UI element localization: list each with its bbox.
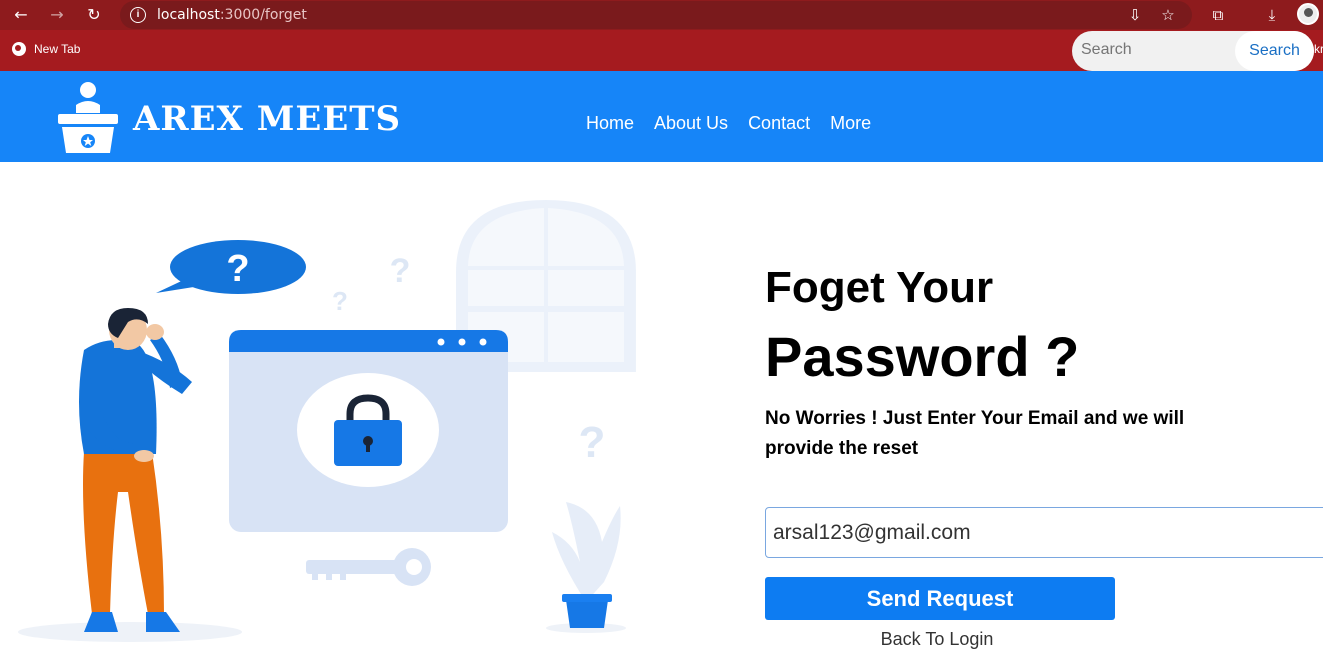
forgot-password-form: Foget Your Password ? No Worries ! Just … [765,260,1323,464]
nav-more[interactable]: More [830,113,871,134]
email-field[interactable] [765,507,1323,558]
bookmark-label: New Tab [34,42,81,56]
forgot-password-illustration: ? ? ? ? [18,200,636,642]
url-path: :3000/forget [219,7,307,23]
site-header: AREX MEETS Home About Us Contact More [0,71,1323,162]
main-nav: Home About Us Contact More [586,113,871,134]
question-mark-1: ? [390,252,411,290]
page-title-line1: Foget Your [765,263,994,312]
reload-icon[interactable]: ↻ [83,4,105,26]
globe-icon [12,42,26,56]
back-arrow-icon[interactable]: ← [10,4,32,26]
key-illustration [306,548,431,586]
speech-bubble: ? [156,240,306,294]
search-input[interactable] [1081,41,1231,59]
page-title-line2: Password ? [765,325,1080,388]
url-text[interactable]: localhost:3000/forget [157,7,307,23]
page-subtitle: No Worries ! Just Enter Your Email and w… [765,408,1185,459]
browser-window-illustration [229,330,508,532]
extensions-icon[interactable]: ⧉ [1207,4,1229,26]
download-icon[interactable]: ⤓ [1261,4,1283,26]
plant-illustration [552,502,621,628]
speaker-podium-icon[interactable] [58,81,118,153]
nav-about-us[interactable]: About Us [654,113,728,134]
nav-contact[interactable]: Contact [748,113,810,134]
install-app-icon[interactable]: ⇩ [1124,4,1146,26]
question-mark-3: ? [579,418,606,467]
profile-avatar[interactable] [1297,3,1319,25]
site-info-icon[interactable]: i [130,7,146,23]
bookmark-new-tab[interactable]: New Tab [12,42,80,56]
bubble-question-mark: ? [226,248,249,290]
logo-text[interactable]: AREX MEETS [133,99,401,139]
question-mark-2: ? [332,286,348,316]
forward-arrow-icon[interactable]: → [46,4,68,26]
address-bar[interactable]: i localhost:3000/forget [120,1,1192,29]
confused-man-illustration [79,308,192,632]
bookmark-star-icon[interactable]: ☆ [1157,4,1179,26]
search-button[interactable]: Search [1235,31,1314,71]
url-host: localhost [157,7,220,23]
nav-home[interactable]: Home [586,113,634,134]
browser-toolbar: ← → ↻ i localhost:3000/forget ⇩ ☆ ⧉ ⤓ [0,0,1323,30]
back-to-login-link[interactable]: Back To Login [765,629,1109,650]
send-request-button[interactable]: Send Request [765,577,1115,620]
